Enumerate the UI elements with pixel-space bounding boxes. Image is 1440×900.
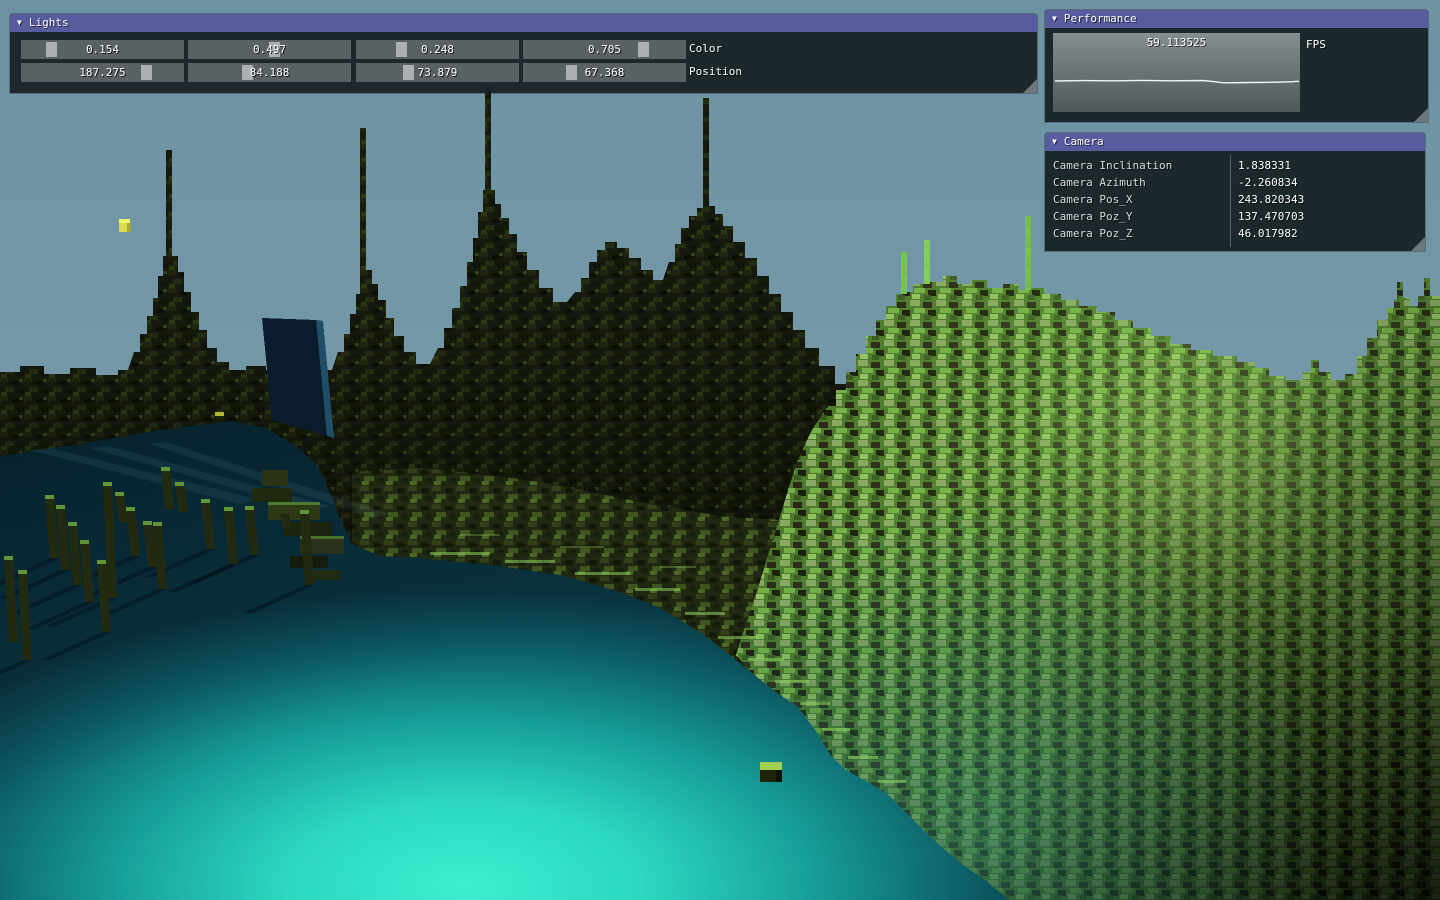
light-glint	[215, 412, 224, 416]
camera-row-pos-x[interactable]: Camera Pos_X 243.820343	[1045, 191, 1425, 208]
camera-row-label: Camera Poz_Y	[1053, 208, 1132, 225]
camera-row-label: Camera Pos_X	[1053, 191, 1132, 208]
light-color-slider-4[interactable]: 0.705	[523, 40, 686, 59]
performance-panel-title: Performance	[1064, 10, 1137, 28]
light-position-slider-3[interactable]: 73.879	[356, 63, 519, 82]
slider-value: 73.879	[356, 66, 519, 79]
color-row-label: Color	[689, 42, 722, 55]
lights-panel-body: 0.154 0.497 0.248 0.705 Color 187.275	[10, 32, 1037, 93]
resize-grip[interactable]	[1414, 108, 1428, 122]
collapse-icon[interactable]: ▼	[1052, 133, 1057, 151]
camera-row-value: -2.260834	[1238, 174, 1298, 191]
fps-value: 59.113525	[1053, 36, 1300, 49]
slider-value: 0.497	[188, 43, 351, 56]
ground-cube	[760, 762, 782, 782]
slider-value: 67.368	[523, 66, 686, 79]
light-position-slider-4[interactable]: 67.368	[523, 63, 686, 82]
camera-row-value: 1.838331	[1238, 157, 1291, 174]
light-position-slider-1[interactable]: 187.275	[21, 63, 184, 82]
fps-graph: 59.113525	[1053, 33, 1300, 112]
performance-panel: ▼ Performance 59.113525 FPS	[1045, 10, 1428, 122]
camera-panel-body: Camera Inclination 1.838331 Camera Azimu…	[1045, 151, 1425, 251]
lights-panel-header[interactable]: ▼ Lights	[10, 14, 1037, 32]
collapse-icon[interactable]: ▼	[17, 14, 22, 32]
slider-value: 84.188	[188, 66, 351, 79]
slider-value: 0.705	[523, 43, 686, 56]
slider-value: 187.275	[21, 66, 184, 79]
camera-row-value: 46.017982	[1238, 225, 1298, 242]
collapse-icon[interactable]: ▼	[1052, 10, 1057, 28]
camera-panel-header[interactable]: ▼ Camera	[1045, 133, 1425, 151]
water-slab	[262, 318, 334, 438]
slider-value: 0.248	[356, 43, 519, 56]
camera-row-label: Camera Inclination	[1053, 157, 1172, 174]
camera-row-label: Camera Azimuth	[1053, 174, 1146, 191]
camera-panel: ▼ Camera Camera Inclination 1.838331 Cam…	[1045, 133, 1425, 251]
fps-label: FPS	[1306, 38, 1326, 51]
camera-row-azimuth[interactable]: Camera Azimuth -2.260834	[1045, 174, 1425, 191]
performance-panel-body: 59.113525 FPS	[1045, 28, 1428, 122]
camera-row-value: 243.820343	[1238, 191, 1304, 208]
camera-row-pos-y[interactable]: Camera Poz_Y 137.470703	[1045, 208, 1425, 225]
resize-grip[interactable]	[1411, 237, 1425, 251]
slider-value: 0.154	[21, 43, 184, 56]
performance-panel-header[interactable]: ▼ Performance	[1045, 10, 1428, 28]
light-color-slider-3[interactable]: 0.248	[356, 40, 519, 59]
light-color-slider-1[interactable]: 0.154	[21, 40, 184, 59]
light-gizmo-cube	[119, 219, 131, 232]
app-window: ▼ Lights 0.154 0.497 0.248 0.705 Color	[0, 0, 1440, 900]
camera-row-pos-z[interactable]: Camera Poz_Z 46.017982	[1045, 225, 1425, 242]
camera-row-inclination[interactable]: Camera Inclination 1.838331	[1045, 157, 1425, 174]
light-position-slider-2[interactable]: 84.188	[188, 63, 351, 82]
camera-panel-title: Camera	[1064, 133, 1104, 151]
position-row-label: Position	[689, 65, 742, 78]
light-color-slider-2[interactable]: 0.497	[188, 40, 351, 59]
camera-row-label: Camera Poz_Z	[1053, 225, 1132, 242]
lights-panel: ▼ Lights 0.154 0.497 0.248 0.705 Color	[10, 14, 1037, 93]
camera-row-value: 137.470703	[1238, 208, 1304, 225]
lights-panel-title: Lights	[29, 14, 69, 32]
resize-grip[interactable]	[1023, 79, 1037, 93]
